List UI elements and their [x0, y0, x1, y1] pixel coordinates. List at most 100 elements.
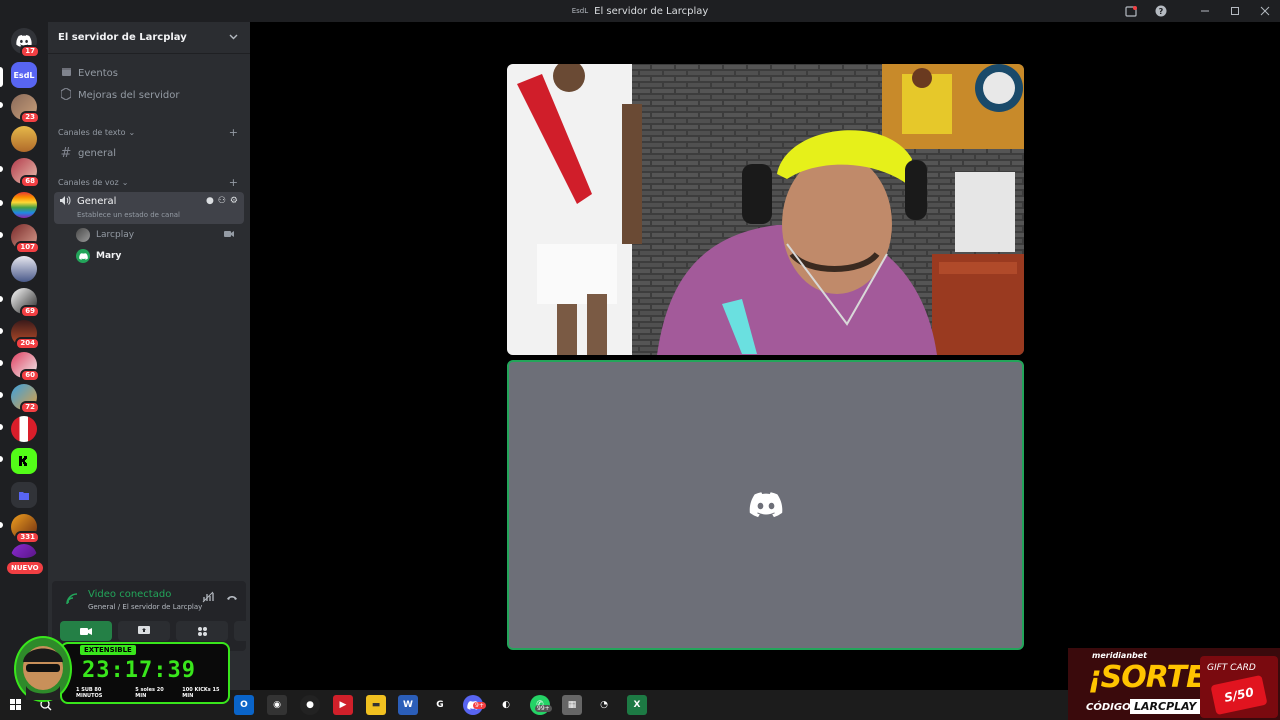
server-folder[interactable]: [11, 482, 37, 508]
camera-icon: [224, 230, 234, 241]
invite-icon[interactable]: ⚇: [218, 196, 226, 206]
chevron-down-icon: [229, 33, 238, 43]
minimize-icon[interactable]: [1190, 0, 1220, 22]
rate-kicks: 100 KICKs 15 MIN: [182, 687, 220, 699]
sidebar-item-boosts[interactable]: Mejoras del servidor: [54, 85, 244, 105]
hashtag-icon: #: [60, 145, 72, 161]
badge: 23: [20, 111, 40, 124]
voice-user[interactable]: Larcplay: [76, 226, 244, 244]
server-avatar: [11, 256, 37, 282]
server-icon[interactable]: 107: [11, 224, 40, 254]
voice-channel-general[interactable]: General Establece un estado de canal ● ⚇…: [54, 192, 244, 224]
ad-brand: meridianbet: [1092, 651, 1147, 660]
voice-panel-actions: [202, 591, 238, 606]
server-icon[interactable]: 69: [11, 288, 40, 318]
word-icon[interactable]: W: [398, 695, 418, 715]
server-icon[interactable]: 68: [11, 158, 40, 188]
unread-pill: [0, 360, 3, 366]
svg-text:?: ?: [1159, 7, 1164, 16]
server-icon[interactable]: [11, 126, 37, 152]
server-icon[interactable]: [11, 416, 37, 442]
direct-messages-button[interactable]: 17: [11, 28, 40, 58]
gift-card-value: S/50: [1222, 685, 1255, 705]
obs-icon[interactable]: ●: [300, 695, 320, 715]
server-avatar: [11, 416, 37, 442]
window-title: El servidor de Larcplay: [594, 5, 709, 17]
participant-avatar-tile[interactable]: [507, 360, 1024, 650]
file-explorer-icon[interactable]: ▬: [366, 695, 386, 715]
server-icon[interactable]: [11, 256, 37, 282]
server-icon[interactable]: 23: [11, 94, 40, 124]
app-icon[interactable]: ◉: [267, 695, 287, 715]
server-icon[interactable]: [11, 544, 37, 558]
badge: 72: [20, 401, 40, 414]
app-icon[interactable]: ▶: [333, 695, 353, 715]
gear-icon[interactable]: ⚙: [230, 196, 238, 206]
unread-pill: [0, 102, 3, 108]
server-esdl[interactable]: EsdL: [11, 62, 37, 88]
close-icon[interactable]: [1250, 0, 1280, 22]
category-label: Canales de texto: [58, 128, 126, 137]
server-header[interactable]: El servidor de Larcplay: [48, 22, 250, 54]
channel-label: general: [78, 147, 117, 159]
ad-code-label: CÓDIGO:: [1086, 702, 1135, 713]
titlebar-spacer: [1176, 0, 1190, 22]
app-icon[interactable]: G: [430, 695, 450, 715]
avatar: [76, 228, 90, 242]
voice-user[interactable]: Mary: [76, 247, 244, 265]
excel-icon[interactable]: X: [627, 695, 647, 715]
noise-suppression-icon[interactable]: [202, 591, 214, 606]
text-category[interactable]: Canales de texto ⌄: [58, 128, 135, 137]
server-avatar: [11, 192, 37, 218]
stream-timer-overlay: EXTENSIBLE 23:17:39 1 SUB 80 MINUTOS 5 s…: [14, 632, 232, 708]
voice-channel-name: General: [77, 196, 117, 207]
unread-pill: [0, 392, 3, 398]
sidebar-item-events[interactable]: Eventos: [54, 63, 244, 83]
help-icon[interactable]: ?: [1146, 0, 1176, 22]
gift-card-label: GIFT CARD: [1207, 663, 1256, 673]
avatar: [76, 249, 90, 263]
unread-pill: [0, 424, 3, 430]
sidebar-item-label: Mejoras del servidor: [78, 89, 180, 101]
webcam-video-tile[interactable]: [507, 64, 1024, 355]
app-icon[interactable]: ◐: [496, 695, 516, 715]
video-stage: [250, 22, 1280, 690]
voice-category[interactable]: Canales de voz ⌄: [58, 178, 128, 187]
folder-icon: [11, 482, 37, 508]
unread-pill: [0, 232, 3, 238]
steam-icon[interactable]: ◔: [594, 695, 614, 715]
chat-icon[interactable]: ●: [206, 196, 214, 206]
unread-pill: [0, 296, 3, 302]
boost-icon: [60, 86, 72, 103]
channel-general-text[interactable]: # general: [54, 143, 244, 163]
server-icon[interactable]: 72: [11, 384, 40, 414]
unread-pill: [0, 200, 3, 206]
server-icon[interactable]: 204: [11, 320, 40, 350]
badge: 69: [20, 305, 40, 318]
whatsapp-badge: 99+: [535, 705, 552, 712]
maximize-icon[interactable]: [1220, 0, 1250, 22]
voice-user-name: Larcplay: [96, 230, 135, 240]
voice-user-name: Mary: [96, 251, 122, 261]
voice-status[interactable]: Video conectado: [88, 589, 171, 600]
add-channel-icon[interactable]: +: [229, 176, 238, 189]
unread-pill: [0, 166, 3, 172]
kick-logo-icon: [11, 448, 37, 474]
outlook-icon[interactable]: O: [234, 695, 254, 715]
signal-icon: [66, 593, 78, 608]
inbox-icon[interactable]: [1116, 0, 1146, 22]
badge: 107: [15, 241, 40, 254]
unread-pill: [0, 456, 3, 462]
badge: 17: [20, 45, 40, 58]
add-channel-icon[interactable]: +: [229, 126, 238, 139]
badge: 68: [20, 175, 40, 188]
server-icon[interactable]: 60: [11, 352, 40, 382]
server-icon[interactable]: [11, 448, 37, 474]
calculator-icon[interactable]: ▦: [562, 695, 582, 715]
channel-status[interactable]: Establece un estado de canal: [77, 211, 180, 219]
server-icon[interactable]: [11, 192, 37, 218]
voice-location[interactable]: General / El servidor de Larcplay: [88, 603, 202, 611]
new-badge: NUEVO: [7, 562, 43, 574]
server-icon[interactable]: 331: [11, 514, 40, 544]
disconnect-icon[interactable]: [226, 591, 238, 606]
